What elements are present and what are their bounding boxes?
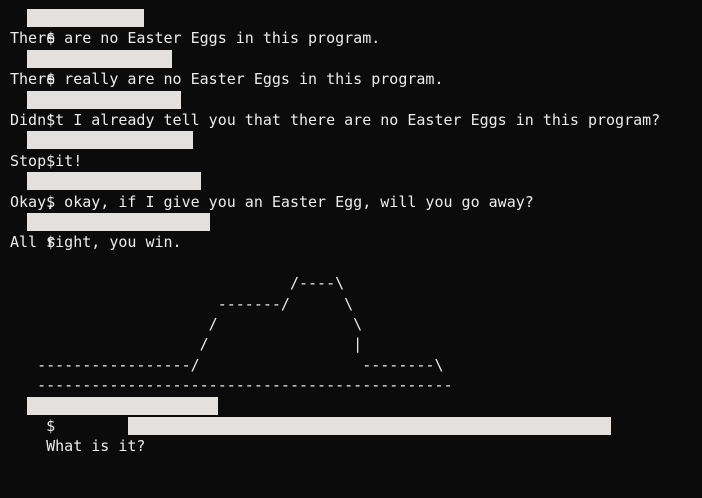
output-line: All right, you win. xyxy=(10,233,182,252)
command-line: $ xyxy=(10,212,700,251)
output-line: Didn't I already tell you that there are… xyxy=(10,110,661,129)
redacted-command xyxy=(27,49,172,68)
redacted-command xyxy=(27,9,144,27)
command-line: $ xyxy=(10,171,700,211)
redacted-command xyxy=(27,90,181,109)
output-line: Okay, okay, if I give you an Easter Egg,… xyxy=(10,192,534,211)
command-line: $ xyxy=(10,396,700,435)
redacted-input[interactable] xyxy=(128,416,611,435)
command-line: $ xyxy=(10,130,700,170)
redacted-command xyxy=(27,212,210,231)
output-line: There really are no Easter Eggs in this … xyxy=(10,70,444,89)
output-line: There are no Easter Eggs in this program… xyxy=(10,29,381,48)
terminal-window[interactable]: $ There are no Easter Eggs in this progr… xyxy=(10,8,700,455)
redacted-command xyxy=(27,131,193,150)
command-line: $ xyxy=(10,90,700,129)
command-line: $ xyxy=(10,49,700,88)
question-prompt: What is it? xyxy=(46,437,155,456)
command-line: $ xyxy=(10,8,700,47)
redacted-command xyxy=(27,396,218,415)
output-line: Stop it! xyxy=(10,151,83,170)
input-prompt-line[interactable]: What is it? xyxy=(10,416,700,455)
easter-egg-ascii-art: /----\ -------/ \ / \ / | --------------… xyxy=(37,274,453,395)
redacted-command xyxy=(27,172,201,191)
